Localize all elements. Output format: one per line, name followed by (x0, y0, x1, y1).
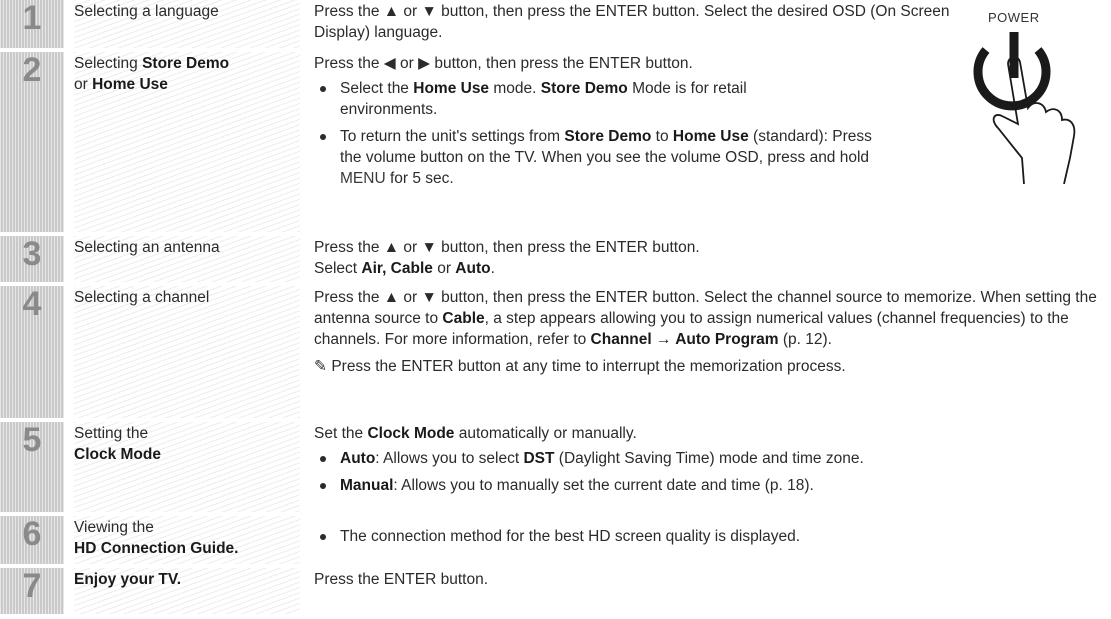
step-content: The connection method for the best HD sc… (314, 516, 1111, 553)
bullet-list: The connection method for the best HD sc… (314, 526, 1111, 547)
step-label-text: Selecting a language (74, 3, 219, 20)
step-label: Enjoy your TV. (74, 568, 300, 614)
step-number: 5 (0, 421, 64, 512)
step-label: Selecting a language (74, 0, 300, 48)
step-number: 1 (0, 0, 64, 48)
step-content: Press the ▲ or ▼ button, then press the … (314, 239, 700, 277)
step-label: Selecting Store Demo or Home Use (74, 52, 300, 232)
step-5: 5 Setting the Clock Mode Set the Clock M… (0, 421, 1111, 512)
step-2: 2 Selecting Store Demo or Home Use Press… (0, 51, 1111, 232)
step-number: 4 (0, 285, 64, 418)
step-number-text: 4 (22, 285, 42, 323)
step-3: 3 Selecting an antenna Press the ▲ or ▼ … (0, 235, 1111, 282)
step-4: 4 Selecting a channel Press the ▲ or ▼ b… (0, 285, 1111, 418)
note-icon: ✎ (314, 358, 327, 375)
list-item: Manual: Allows you to manually set the c… (314, 475, 1111, 496)
list-item: Select the Home Use mode. Store Demo Mod… (314, 78, 840, 120)
step-content: Press the ▲ or ▼ button, then press the … (314, 0, 964, 43)
step-number-text: 6 (22, 515, 42, 553)
note-text: Press the ENTER button at any time to in… (331, 358, 846, 375)
step-text: Press the ▲ or ▼ button, then press the … (314, 239, 700, 256)
bullet-list: Select the Home Use mode. Store Demo Mod… (314, 78, 954, 189)
step-number: 7 (0, 567, 64, 614)
step-content: Press the ▲ or ▼ button, then press the … (314, 286, 1104, 377)
label-bold: Home Use (92, 76, 168, 93)
step-number: 6 (0, 515, 64, 564)
list-item: Auto: Allows you to select DST (Daylight… (314, 448, 1111, 469)
step-7: 7 Enjoy your TV. Press the ENTER button. (0, 567, 1111, 614)
list-item: The connection method for the best HD sc… (314, 526, 1111, 547)
step-text: Press the ◀ or ▶ button, then press the … (314, 55, 693, 72)
step-content: Press the ENTER button. (314, 568, 1111, 590)
step-content: Press the ◀ or ▶ button, then press the … (314, 52, 954, 195)
step-number: 3 (0, 235, 64, 282)
step-label-text: Selecting an antenna (74, 239, 220, 256)
step-1: 1 Selecting a language Press the ▲ or ▼ … (0, 0, 1111, 48)
label-bold: Store Demo (142, 55, 230, 72)
note: ✎ Press the ENTER button at any time to … (314, 356, 1104, 377)
step-label: Selecting a channel (74, 286, 300, 418)
step-6: 6 Viewing the HD Connection Guide. The c… (0, 515, 1111, 564)
step-number-text: 3 (22, 235, 42, 273)
bullet-list: Auto: Allows you to select DST (Daylight… (314, 448, 1111, 496)
step-number-text: 1 (22, 0, 42, 37)
step-number-text: 2 (22, 51, 42, 89)
step-label: Setting the Clock Mode (74, 422, 300, 512)
label-bold: Enjoy your TV. (74, 571, 182, 588)
step-text: Press the ▲ or ▼ button, then press the … (314, 3, 950, 41)
label-bold: Clock Mode (74, 446, 161, 463)
power-illustration: POWER (962, 4, 1102, 184)
step-content: Set the Clock Mode automatically or manu… (314, 422, 1111, 502)
step-number-text: 5 (22, 421, 42, 459)
step-number: 2 (0, 51, 64, 232)
step-label: Viewing the HD Connection Guide. (74, 516, 300, 564)
power-label: POWER (988, 10, 1040, 25)
label-text: Setting the (74, 425, 149, 442)
list-item: To return the unit's settings from Store… (314, 126, 880, 189)
label-text: or (74, 76, 93, 93)
power-hand-icon (973, 32, 1076, 184)
label-text: Viewing the (74, 519, 154, 536)
label-bold: HD Connection Guide. (74, 540, 239, 557)
step-label-text: Selecting a channel (74, 289, 210, 306)
step-number-text: 7 (22, 567, 42, 605)
step-text: Press the ENTER button. (314, 571, 489, 588)
label-text: Selecting (74, 55, 143, 72)
step-label: Selecting an antenna (74, 236, 300, 282)
